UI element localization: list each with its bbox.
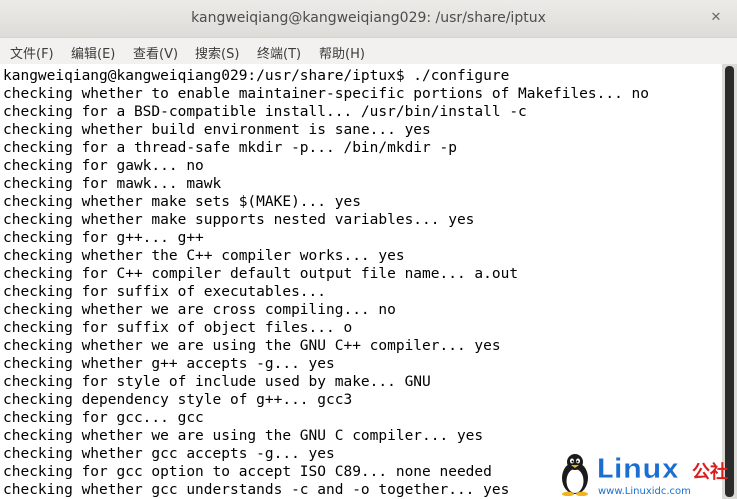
title-bar[interactable]: kangweiqiang@kangweiqiang029: /usr/share… xyxy=(0,0,737,38)
menu-view[interactable]: 查看(V) xyxy=(133,43,178,62)
terminal-line: checking whether build environment is sa… xyxy=(3,122,431,138)
terminal-line: checking whether make sets $(MAKE)... ye… xyxy=(3,194,361,210)
terminal-line: checking whether gcc accepts -g... yes xyxy=(3,446,335,462)
watermark-logo: Linux 公社 www.Linuxidc.com xyxy=(558,452,737,499)
menu-search[interactable]: 搜索(S) xyxy=(195,43,239,62)
menu-bar: 文件(F) 编辑(E) 查看(V) 搜索(S) 终端(T) 帮助(H) xyxy=(0,38,737,64)
terminal-line: kangweiqiang@kangweiqiang029:/usr/share/… xyxy=(3,68,510,84)
scrollbar-thumb[interactable] xyxy=(725,66,734,497)
terminal-line: checking for a BSD-compatible install...… xyxy=(3,104,527,120)
terminal-line: checking for suffix of object files... o xyxy=(3,320,353,336)
menu-help[interactable]: 帮助(H) xyxy=(319,43,365,62)
terminal-line: checking for suffix of executables... xyxy=(3,284,327,300)
terminal-line: checking for mawk... mawk xyxy=(3,176,222,192)
terminal-line: checking whether make supports nested va… xyxy=(3,212,475,228)
terminal-line: checking whether we are using the GNU C … xyxy=(3,428,484,444)
terminal-line: checking whether we are using the GNU C+… xyxy=(3,338,501,354)
close-icon[interactable]: ✕ xyxy=(707,9,725,27)
terminal-line: checking for gawk... no xyxy=(3,158,204,174)
terminal-line: checking dependency style of g++... gcc3 xyxy=(3,392,353,408)
watermark-brand-cn: 公社 xyxy=(692,462,728,483)
menu-edit[interactable]: 编辑(E) xyxy=(71,43,115,62)
menu-terminal[interactable]: 终端(T) xyxy=(257,43,301,62)
vertical-scrollbar[interactable] xyxy=(722,64,737,499)
terminal-line: checking for C++ compiler default output… xyxy=(3,266,519,282)
terminal-window: kangweiqiang@kangweiqiang029: /usr/share… xyxy=(0,0,737,499)
window-title: kangweiqiang@kangweiqiang029: /usr/share… xyxy=(191,10,546,26)
watermark-url: www.Linuxidc.com xyxy=(598,486,691,497)
terminal-line: checking whether to enable maintainer-sp… xyxy=(3,86,650,102)
terminal-line: checking for a thread-safe mkdir -p... /… xyxy=(3,140,457,156)
terminal-line: checking whether the C++ compiler works.… xyxy=(3,248,405,264)
terminal-line: checking whether g++ accepts -g... yes xyxy=(3,356,335,372)
terminal-line: checking for g++... g++ xyxy=(3,230,204,246)
terminal-line: checking whether we are cross compiling.… xyxy=(3,302,396,318)
terminal-line: checking for style of include used by ma… xyxy=(3,374,431,390)
tux-penguin-icon xyxy=(562,454,588,496)
terminal-line: checking whether gcc understands -c and … xyxy=(3,482,510,498)
terminal-line: checking for gcc... gcc xyxy=(3,410,204,426)
terminal-line: checking for gcc option to accept ISO C8… xyxy=(3,464,492,480)
menu-file[interactable]: 文件(F) xyxy=(10,43,54,62)
terminal-output[interactable]: kangweiqiang@kangweiqiang029:/usr/share/… xyxy=(0,64,722,499)
watermark-brand: Linux xyxy=(596,452,680,486)
